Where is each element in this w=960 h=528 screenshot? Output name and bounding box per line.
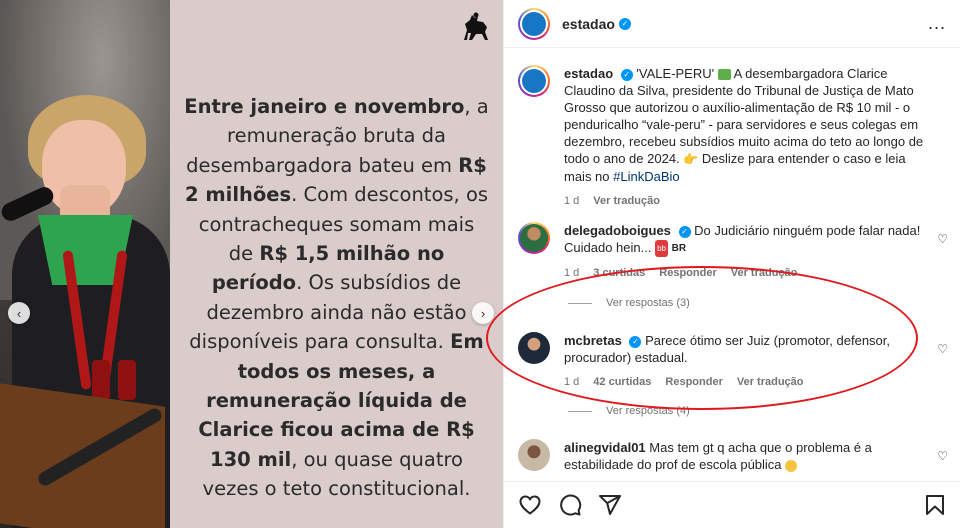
avatar[interactable] xyxy=(518,332,550,364)
see-translation-link[interactable]: Ver tradução xyxy=(593,193,660,210)
more-options-icon[interactable]: ... xyxy=(928,13,946,34)
view-replies-button[interactable]: Ver respostas (4) xyxy=(568,405,690,417)
see-translation-link[interactable]: Ver tradução xyxy=(737,374,804,391)
avatar[interactable] xyxy=(518,439,550,471)
caption-time: 1 d xyxy=(564,195,580,208)
comment-item: mcbretas ✓ Parece ótimo ser Juiz (promot… xyxy=(518,332,948,391)
view-replies-button[interactable]: Ver respostas (3) xyxy=(568,297,690,309)
quote-segment: Entre janeiro e novembro xyxy=(184,95,465,118)
action-bar xyxy=(504,481,960,528)
likes-count[interactable]: 42 curtidas xyxy=(593,374,651,391)
view-replies-label: Ver respostas (3) xyxy=(606,297,690,309)
heart-icon[interactable] xyxy=(518,493,542,517)
heart-icon[interactable]: ♡ xyxy=(937,232,948,246)
post-header: estadao ✓ ... xyxy=(504,0,960,48)
share-icon[interactable] xyxy=(598,493,622,517)
reply-button[interactable]: Responder xyxy=(665,374,722,391)
comment-icon[interactable] xyxy=(558,493,582,517)
judge-photo xyxy=(0,0,170,528)
comment-item: delegadoboigues ✓ Do Judiciário ninguém … xyxy=(518,222,948,282)
caption-username[interactable]: estadao xyxy=(564,66,613,81)
quote-text: Entre janeiro e novembro, a remuneração … xyxy=(184,92,489,504)
avatar[interactable] xyxy=(518,222,550,254)
likes-count[interactable]: 3 curtidas xyxy=(593,265,645,282)
bb-emoji-icon: bb xyxy=(655,240,668,258)
face-emoji-icon xyxy=(785,459,798,472)
verified-badge-icon: ✓ xyxy=(629,335,642,348)
post-sidebar: estadao ✓ ... estadao ✓ 'VALE-PERU' A de… xyxy=(503,0,960,528)
pointing-hand-emoji-icon: 👉 xyxy=(683,152,699,167)
caption: estadao ✓ 'VALE-PERU' A desembargadora C… xyxy=(518,65,948,210)
bookmark-icon[interactable] xyxy=(923,493,947,517)
verified-badge-icon: ✓ xyxy=(620,68,633,81)
comment-username[interactable]: alinegvidal01 xyxy=(564,440,646,455)
see-translation-link[interactable]: Ver tradução xyxy=(731,265,798,282)
view-replies-label: Ver respostas (4) xyxy=(606,405,690,417)
br-flag-label: BR xyxy=(671,243,687,255)
comment-time: 1 d xyxy=(564,376,580,388)
chevron-left-icon[interactable]: ‹ xyxy=(8,302,30,324)
horse-rider-logo-icon xyxy=(464,12,488,40)
chevron-right-icon[interactable]: › xyxy=(472,302,494,324)
header-username[interactable]: estadao xyxy=(562,16,615,32)
avatar[interactable] xyxy=(518,65,550,97)
post-media[interactable]: Entre janeiro e novembro, a remuneração … xyxy=(0,0,503,528)
verified-badge-icon: ✓ xyxy=(618,17,631,30)
heart-icon[interactable]: ♡ xyxy=(937,342,948,356)
avatar[interactable] xyxy=(518,7,550,40)
comment-username[interactable]: mcbretas xyxy=(564,333,622,348)
hashtag-link[interactable]: #LinkDaBio xyxy=(613,169,680,184)
money-emoji-icon xyxy=(717,69,731,81)
caption-text-start: 'VALE-PERU' xyxy=(636,66,718,81)
comment-username[interactable]: delegadoboigues xyxy=(564,223,671,238)
verified-badge-icon: ✓ xyxy=(678,225,691,238)
comments-list: estadao ✓ 'VALE-PERU' A desembargadora C… xyxy=(504,49,960,481)
comment-item: alinegvidal01 Mas tem gt q acha que o pr… xyxy=(518,439,948,473)
comment-time: 1 d xyxy=(564,267,580,280)
heart-icon[interactable]: ♡ xyxy=(937,449,948,463)
quote-card: Entre janeiro e novembro, a remuneração … xyxy=(170,0,503,528)
reply-button[interactable]: Responder xyxy=(659,265,716,282)
